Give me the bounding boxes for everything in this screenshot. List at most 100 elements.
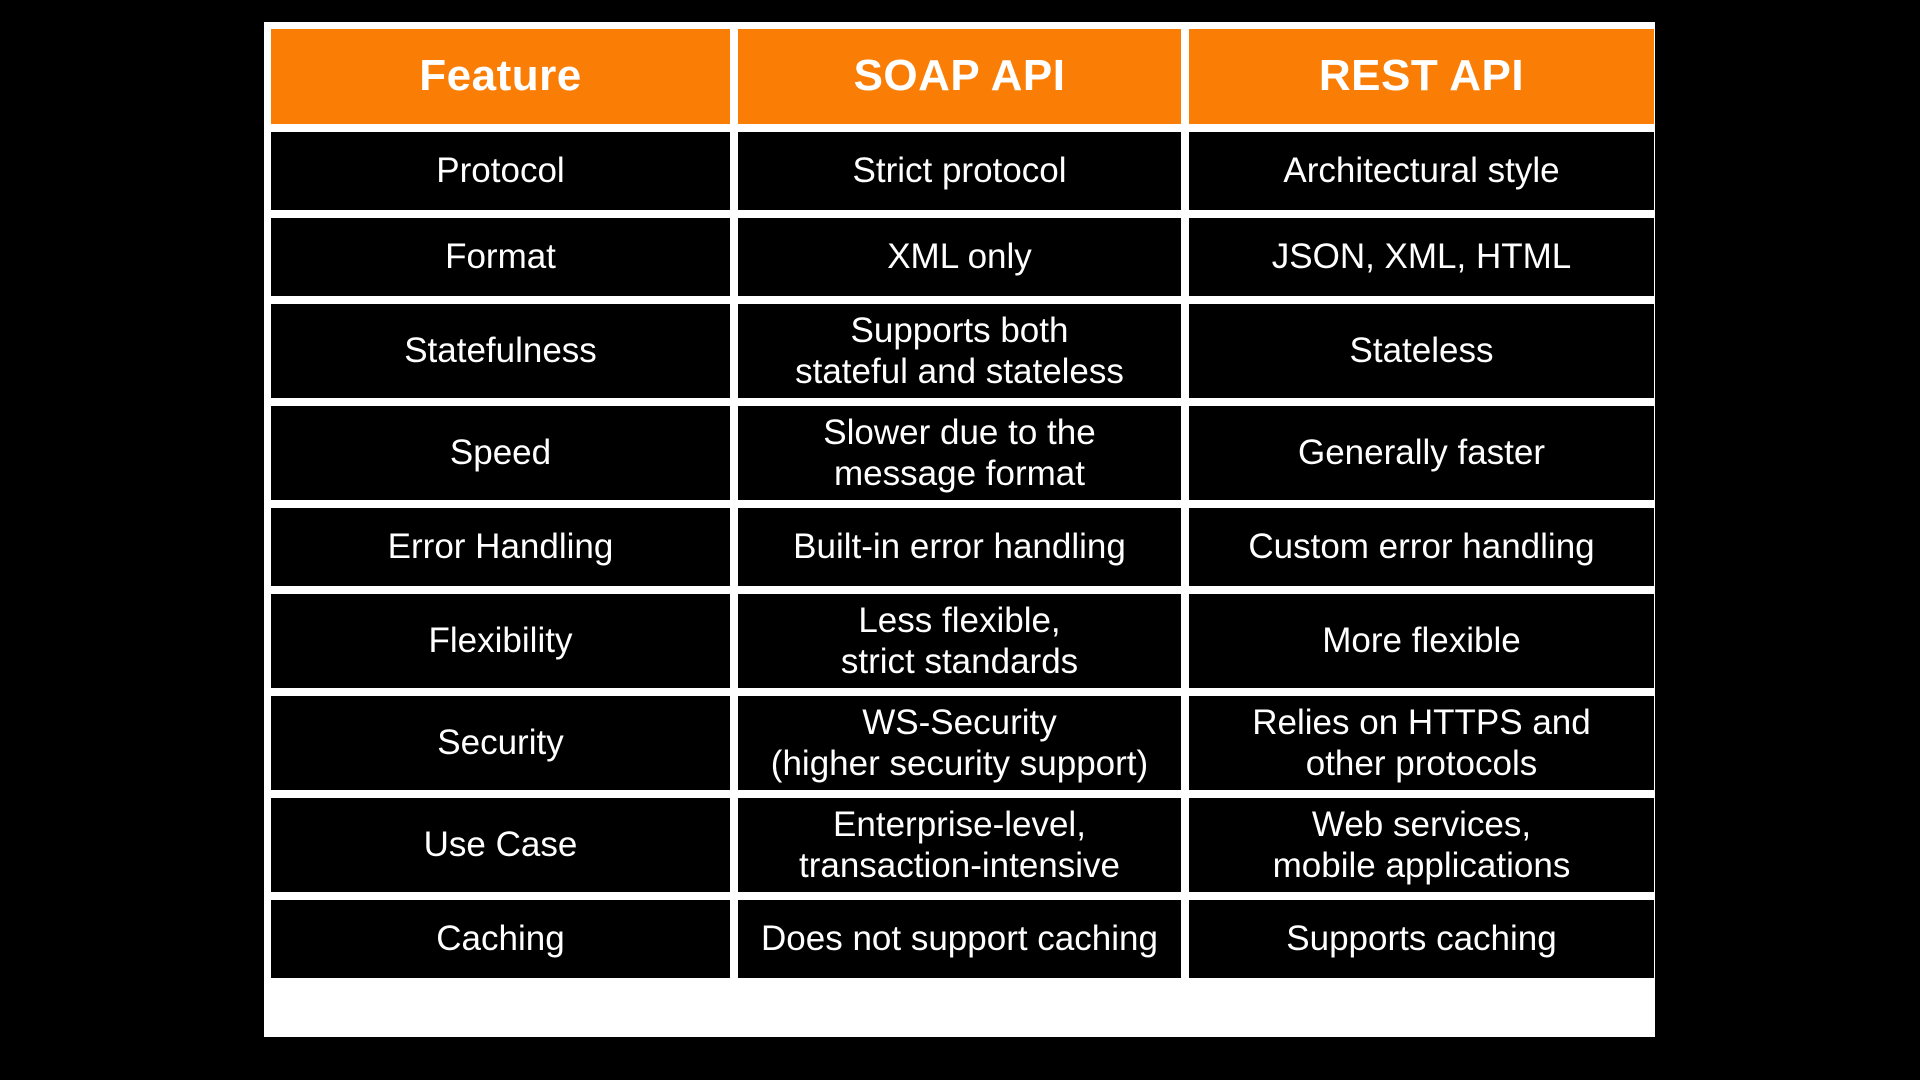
cell-text-line: Speed [449, 433, 552, 473]
cell-text-line: Built-in error handling [793, 527, 1126, 567]
cell-soap-api: XML only [738, 218, 1181, 296]
cell-text: Security [283, 722, 718, 763]
cell-soap-api: Less flexible, strict standards [738, 594, 1181, 688]
cell-text: WS-Security (higher security support) [750, 702, 1169, 785]
cell-text-line: Protocol [436, 151, 565, 191]
cell-text: Flexibility [283, 620, 718, 661]
cell-feature: Error Handling [271, 508, 730, 586]
cell-feature: Security [271, 696, 730, 790]
cell-rest-api: Architectural style [1189, 132, 1654, 210]
cell-feature: Protocol [271, 132, 730, 210]
cell-text-line: Slower due to the [823, 412, 1096, 452]
table-header-row: Feature SOAP API REST API [271, 29, 1654, 124]
cell-text: Use Case [283, 824, 718, 865]
cell-feature: Format [271, 218, 730, 296]
cell-feature: Flexibility [271, 594, 730, 688]
cell-text: XML only [750, 236, 1169, 277]
cell-text: Protocol [283, 150, 718, 191]
cell-text-line: XML only [887, 237, 1032, 277]
cell-soap-api: Enterprise-level, transaction-intensive [738, 798, 1181, 892]
cell-text: Does not support caching [750, 918, 1169, 959]
table-row: Flexibility Less flexible, strict standard… [271, 594, 1654, 688]
cell-text: Generally faster [1201, 432, 1642, 473]
cell-rest-api: Stateless [1189, 304, 1654, 398]
cell-text: Architectural style [1201, 150, 1642, 191]
cell-text-line: Error Handling [387, 527, 614, 567]
header-label-soap-api: SOAP API [853, 51, 1066, 101]
table-row: Security WS-Security (higher security supp… [271, 696, 1654, 790]
cell-text-line: Supports caching [1286, 919, 1557, 959]
header-label-rest-api: REST API [1318, 51, 1525, 101]
cell-text-line: Does not support caching [761, 919, 1158, 959]
cell-text-line: WS-Security [862, 702, 1057, 742]
cell-text-line: Architectural style [1283, 151, 1560, 191]
cell-text-line: Supports both [850, 310, 1069, 350]
cell-text: Slower due to the message format [750, 412, 1169, 495]
cell-rest-api: More flexible [1189, 594, 1654, 688]
cell-rest-api: Generally faster [1189, 406, 1654, 500]
cell-text-line: Relies on HTTPS and [1252, 702, 1591, 742]
cell-feature: Statefulness [271, 304, 730, 398]
cell-text-line: More flexible [1322, 621, 1521, 661]
comparison-table: Feature SOAP API REST API Protocol Strict… [264, 22, 1655, 1037]
cell-text: Custom error handling [1201, 526, 1642, 567]
cell-text-line: Less flexible, [858, 600, 1061, 640]
header-cell-feature: Feature [271, 29, 730, 124]
cell-text-line: Web services, [1311, 804, 1532, 844]
cell-soap-api: WS-Security (higher security support) [738, 696, 1181, 790]
cell-text-line: JSON, XML, HTML [1271, 237, 1572, 277]
cell-text: Supports caching [1201, 918, 1642, 959]
cell-rest-api: Relies on HTTPS and other protocols [1189, 696, 1654, 790]
cell-text: Statefulness [283, 330, 718, 371]
cell-text: Enterprise-level, transaction-intensive [750, 804, 1169, 887]
cell-text: Relies on HTTPS and other protocols [1201, 702, 1642, 785]
table-row: Protocol Strict protocol Architectural sty… [271, 132, 1654, 210]
cell-text-line: Enterprise-level, [833, 804, 1086, 844]
cell-rest-api: Supports caching [1189, 900, 1654, 978]
cell-text-line: Flexibility [428, 621, 573, 661]
cell-text-line: Generally faster [1297, 433, 1546, 473]
table-row: Format XML only JSON, XML, HTML [271, 218, 1654, 296]
cell-text-line: strict standards [840, 642, 1079, 681]
cell-feature: Use Case [271, 798, 730, 892]
cell-soap-api: Slower due to the message format [738, 406, 1181, 500]
cell-feature: Speed [271, 406, 730, 500]
cell-text-line: Caching [436, 919, 565, 959]
cell-text-line: Security [437, 723, 564, 763]
cell-text-line: transaction-intensive [799, 846, 1120, 885]
cell-text: Speed [283, 432, 718, 473]
cell-soap-api: Strict protocol [738, 132, 1181, 210]
cell-text-line: Statefulness [404, 331, 597, 371]
header-cell-rest-api: REST API [1189, 29, 1654, 124]
cell-rest-api: JSON, XML, HTML [1189, 218, 1654, 296]
cell-text: Error Handling [283, 526, 718, 567]
cell-text-line: Use Case [423, 825, 578, 865]
cell-text: Stateless [1201, 330, 1642, 371]
cell-text-line: message format [834, 454, 1085, 493]
cell-text: Built-in error handling [750, 526, 1169, 567]
cell-text-line: mobile applications [1272, 846, 1571, 885]
cell-feature: Caching [271, 900, 730, 978]
cell-text: More flexible [1201, 620, 1642, 661]
table-body: Protocol Strict protocol Architectural sty… [271, 132, 1654, 978]
slide-canvas: Feature SOAP API REST API Protocol Strict… [0, 0, 1920, 1080]
cell-text: Less flexible, strict standards [750, 600, 1169, 683]
table-row: Statefulness Supports both stateful and st… [271, 304, 1654, 398]
cell-text-line: Custom error handling [1248, 527, 1595, 567]
cell-text-line: stateful and stateless [795, 352, 1124, 391]
cell-text-line: (higher security support) [770, 744, 1149, 783]
cell-text: Supports both stateful and stateless [750, 310, 1169, 393]
table-row: Error Handling Built-in error handling Cus… [271, 508, 1654, 586]
table-row: Caching Does not support caching Supports … [271, 900, 1654, 978]
cell-text-line: Strict protocol [852, 151, 1067, 191]
cell-text-line: other protocols [1305, 744, 1538, 783]
header-cell-soap-api: SOAP API [738, 29, 1181, 124]
cell-soap-api: Supports both stateful and stateless [738, 304, 1181, 398]
cell-text: Caching [283, 918, 718, 959]
cell-text: JSON, XML, HTML [1201, 236, 1642, 277]
cell-rest-api: Custom error handling [1189, 508, 1654, 586]
cell-text: Format [283, 236, 718, 277]
cell-text-line: Stateless [1349, 331, 1494, 371]
table-row: Speed Slower due to the message format Gene… [271, 406, 1654, 500]
cell-text: Strict protocol [750, 150, 1169, 191]
